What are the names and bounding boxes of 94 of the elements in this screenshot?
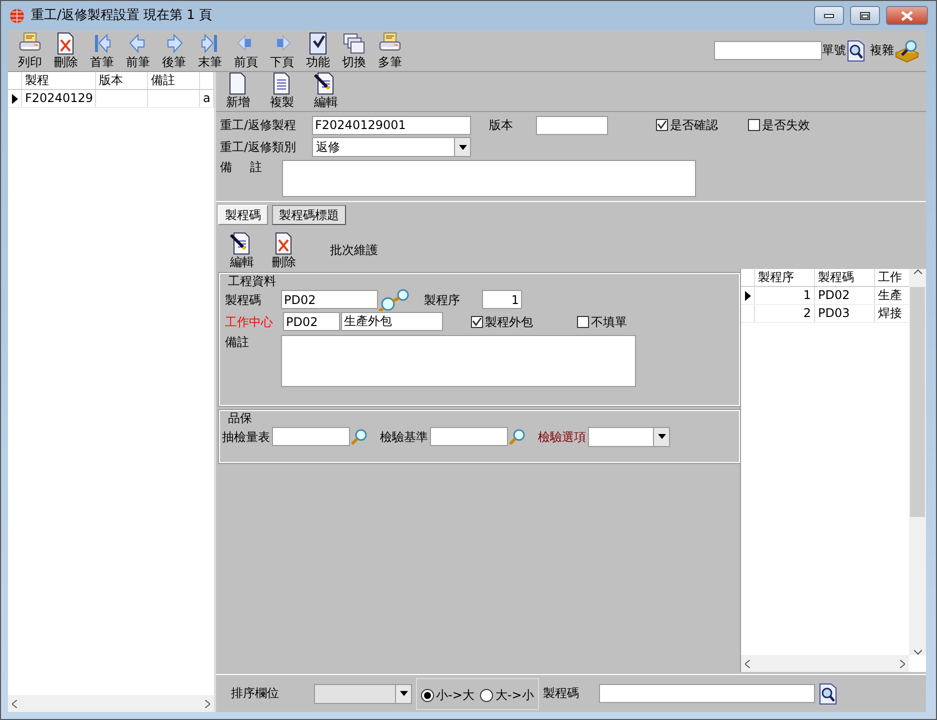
toolbar-button[interactable]: 後筆 <box>156 32 192 70</box>
radio-button[interactable]: 大->小 <box>480 688 534 703</box>
column-header[interactable]: 版本 <box>96 72 148 89</box>
tab[interactable]: 製程碼 <box>218 205 268 226</box>
input-field[interactable] <box>430 427 508 446</box>
search-folder-icon[interactable] <box>894 38 920 62</box>
toolbar-button[interactable]: 編輯 <box>308 72 344 109</box>
field-label: 備註 <box>225 334 250 351</box>
toolbar-button[interactable]: 功能 <box>300 32 336 70</box>
column-header[interactable]: 製程 <box>22 72 96 89</box>
table-cell: PD02 <box>815 287 875 304</box>
scrollbar-thumb[interactable] <box>910 287 925 518</box>
field-label: 製程碼 <box>542 686 580 701</box>
dropdown-field[interactable]: 返修 <box>312 137 471 157</box>
search-field[interactable] <box>714 41 822 60</box>
toolbar-button[interactable]: 複製 <box>264 72 300 109</box>
group-title: 工程資料 <box>228 274 276 289</box>
input-field[interactable] <box>536 116 608 134</box>
check-icon <box>657 120 667 130</box>
input-field[interactable] <box>272 427 350 446</box>
radio-button[interactable]: 小->大 <box>421 688 474 703</box>
input-field[interactable]: F20240129001 <box>312 116 471 134</box>
column-header[interactable]: 製程序 <box>755 269 815 286</box>
checkbox[interactable]: 製程外包 <box>471 314 533 329</box>
scroll-up-icon[interactable] <box>914 269 922 274</box>
table-cell: 2 <box>755 305 815 322</box>
checkbox[interactable]: 是否失效 <box>748 118 810 132</box>
batch-maintenance-label: 批次維護 <box>330 243 378 258</box>
field-label: 抽檢量表 <box>222 430 270 444</box>
minimize-button[interactable] <box>814 6 844 25</box>
checkbox[interactable]: 不填單 <box>577 314 627 329</box>
scroll-right-icon[interactable] <box>900 660 905 668</box>
search-field[interactable] <box>598 684 815 703</box>
checkbox[interactable]: 是否確認 <box>656 118 718 132</box>
restore-icon <box>860 12 870 20</box>
input-field[interactable]: PD02 <box>281 290 378 310</box>
field-label: 備 註 <box>220 160 263 176</box>
dropdown-field[interactable] <box>314 684 412 704</box>
scroll-left-icon[interactable] <box>12 700 17 708</box>
input-field[interactable]: 生產外包 <box>341 312 443 332</box>
window-title: 重工/返修製程設置 現在第 1 頁 <box>31 8 212 24</box>
toolbar-button[interactable]: 編輯 <box>224 232 260 270</box>
sort-field-label: 排序欄位 <box>231 686 280 701</box>
note-field[interactable] <box>281 334 636 387</box>
scroll-right-icon[interactable] <box>205 700 210 708</box>
scroll-left-icon[interactable] <box>745 660 750 668</box>
toolbar-button[interactable]: 刪除 <box>48 32 84 70</box>
field-label: 重工/返修製程 <box>220 118 298 132</box>
toolbar-button[interactable]: 前筆 <box>120 32 156 70</box>
column-header[interactable]: 備註 <box>148 72 200 89</box>
close-icon <box>901 10 913 20</box>
table-cell: a <box>200 90 214 107</box>
group-title: 品保 <box>228 411 252 426</box>
field-label: 製程序 <box>424 292 461 307</box>
globe-icon <box>9 8 25 24</box>
input-field[interactable]: PD02 <box>283 312 340 332</box>
caret-icon[interactable] <box>400 691 408 696</box>
toolbar-button[interactable]: 新增 <box>220 72 256 109</box>
field-label: 檢驗選項 <box>538 430 586 444</box>
caret-icon[interactable] <box>658 434 666 440</box>
toolbar-button[interactable]: 首筆 <box>84 32 120 70</box>
search-label: 單號 <box>822 43 846 58</box>
complex-search-label: 複雜 <box>870 43 894 58</box>
row-pointer-icon <box>744 290 750 301</box>
check-icon <box>472 317 482 326</box>
row-pointer-icon <box>12 94 18 104</box>
field-label: 製程碼 <box>225 292 262 307</box>
input-field[interactable]: 1 <box>482 290 522 310</box>
toolbar-button[interactable]: 前頁 <box>228 32 264 70</box>
column-header[interactable]: 製程碼 <box>815 269 875 286</box>
minimize-icon <box>824 14 834 18</box>
toolbar-button[interactable]: 下頁 <box>264 32 300 70</box>
scroll-down-icon[interactable] <box>914 650 922 655</box>
caret-icon[interactable] <box>458 144 466 150</box>
table-cell: F20240129 <box>22 90 96 107</box>
search-icon[interactable] <box>846 40 866 62</box>
field-label: 工作中心 <box>225 314 274 329</box>
tab[interactable]: 製程碼標題 <box>272 205 346 226</box>
windows-icon <box>342 32 366 55</box>
field-label: 版本 <box>489 118 514 132</box>
toolbar-button[interactable]: 列印 <box>12 32 48 70</box>
maximize-button[interactable] <box>850 6 880 25</box>
dropdown-field[interactable] <box>588 426 670 447</box>
close-button[interactable] <box>886 6 928 25</box>
field-label: 重工/返修類別 <box>220 140 298 154</box>
table-cell: PD03 <box>815 305 875 322</box>
toolbar-button[interactable]: 刪除 <box>266 232 302 270</box>
toolbar-button[interactable]: 多筆 <box>372 32 408 70</box>
table-cell: 1 <box>755 287 815 304</box>
field-label: 檢驗基準 <box>380 430 428 444</box>
note-field[interactable] <box>282 160 696 197</box>
search-icon[interactable] <box>818 682 838 704</box>
toolbar-button[interactable]: 末筆 <box>192 32 228 70</box>
toolbar-button[interactable]: 切換 <box>336 32 372 70</box>
